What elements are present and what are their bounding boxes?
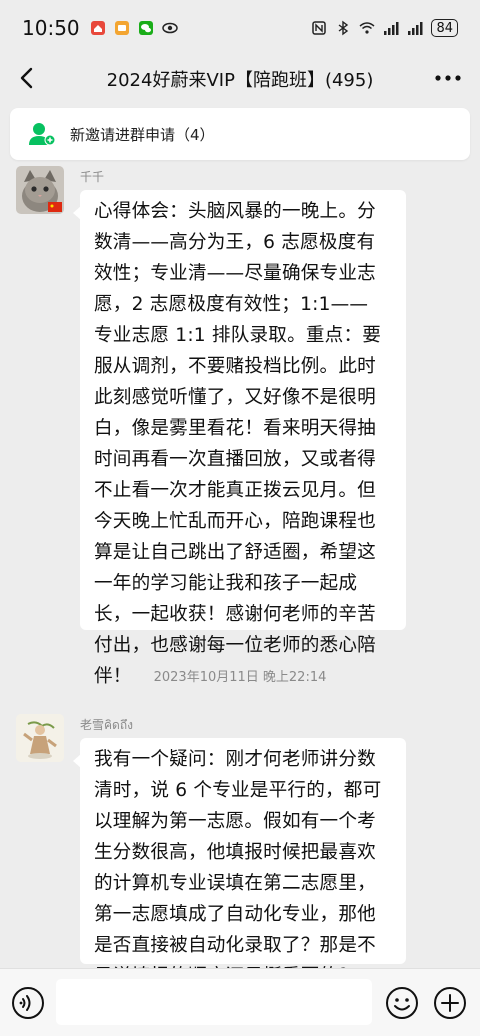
message-line: 长，一起收获！感谢何老师的辛苦	[94, 604, 376, 625]
message-line: 我有一个疑问：刚才何老师讲分数	[94, 749, 376, 770]
sender-nickname: 千千	[80, 170, 105, 184]
status-right-icons: 84	[311, 19, 458, 37]
group-title: 2024好蔚来VIP【陪跑班】(495)	[106, 70, 374, 91]
message-line: 以理解为第一志愿。假如有一个考	[94, 811, 376, 832]
message-app-icon	[114, 21, 129, 35]
battery-indicator: 84	[431, 19, 458, 37]
signal-icon-2	[408, 22, 423, 35]
voice-icon[interactable]	[10, 985, 46, 1021]
message-line: 今天晚上忙乱而开心，陪跑课程也	[94, 511, 376, 532]
add-user-icon	[29, 123, 56, 146]
avatar[interactable]	[16, 714, 64, 762]
figure-avatar-icon	[16, 714, 64, 762]
message-line: 效性；专业清——尽量确保专业志	[94, 263, 376, 284]
message-line: 心得体会：头脑风暴的一晚上。分	[94, 201, 376, 222]
home-app-icon	[90, 21, 105, 35]
message-line: 愿，2 志愿极度有效性；1:1——	[94, 294, 369, 315]
message-line: 不止看一次才能真正拨云见月。但	[94, 480, 376, 501]
eye-icon	[161, 22, 178, 34]
avatar[interactable]	[16, 166, 64, 214]
wechat-app-icon	[138, 21, 153, 35]
bluetooth-icon	[339, 20, 349, 36]
signal-icon-1	[384, 22, 399, 35]
emoji-icon[interactable]	[384, 985, 420, 1021]
message-line: 白，像是雾里看花！看来明天得抽	[94, 418, 376, 439]
nfc-icon	[312, 21, 327, 35]
message-line: 此刻感觉听懂了，又好像不是很明	[94, 387, 376, 408]
wifi-icon	[359, 22, 375, 34]
more-dots-icon[interactable]	[434, 70, 462, 86]
plus-icon[interactable]	[432, 985, 468, 1021]
invite-request-text: 新邀请进群申请（4）	[70, 125, 215, 144]
message-line: 专业志愿 1:1 排队录取。重点：要	[94, 325, 382, 346]
status-bar: 10:50 84	[0, 0, 480, 56]
message-line: 算是让自己跳出了舒适圈，希望这	[94, 542, 376, 563]
message-bubble[interactable]: 我有一个疑问：刚才何老师讲分数 清时，说 6 个专业是平行的，都可 以理解为第一…	[73, 738, 406, 987]
message-line: 生分数很高，他填报时候把最喜欢	[94, 842, 376, 863]
message-line: 是否直接被自动化录取了？那是不	[94, 935, 376, 956]
message-line: 时间再看一次直播回放，又或者得	[94, 449, 376, 470]
message-line: 清时，说 6 个专业是平行的，都可	[94, 780, 382, 801]
chat-input-bar	[0, 968, 480, 1036]
message-bubble[interactable]: 心得体会：头脑风暴的一晚上。分 数清——高分为王，6 志愿极度有 效性；专业清—…	[73, 190, 406, 687]
message-line: 一年的学习能让我和孩子一起成	[94, 573, 358, 594]
status-time: 10:50	[22, 16, 80, 40]
message-input[interactable]	[56, 979, 372, 1025]
chat-timestamp: 2023年10月11日 晚上22:14	[153, 670, 327, 685]
chat-header: 2024好蔚来VIP【陪跑班】(495)	[0, 56, 480, 100]
message-line: 的计算机专业误填在第二志愿里，	[94, 873, 376, 894]
invite-request-banner[interactable]: 新邀请进群申请（4）	[10, 108, 470, 160]
message-line: 付出，也感谢每一位老师的悉心陪	[94, 635, 376, 656]
message-line: 服从调剂，不要赌投档比例。此时	[94, 356, 376, 377]
sender-nickname: 老雪คิดถึง	[80, 718, 133, 732]
message-line: 数清——高分为王，6 志愿极度有	[94, 232, 376, 253]
message-line: 第一志愿填成了自动化专业，那他	[94, 904, 376, 925]
cat-avatar-icon	[16, 166, 64, 214]
status-notification-icons	[90, 20, 178, 36]
